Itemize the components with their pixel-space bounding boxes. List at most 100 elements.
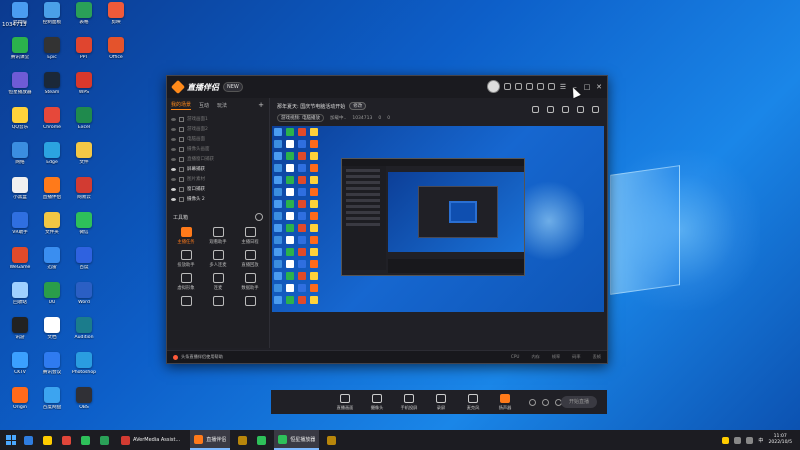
close-button[interactable]: ✕ <box>595 83 603 91</box>
desktop-icon[interactable]: 控制面板 <box>34 2 70 25</box>
tool-button[interactable] <box>202 296 234 308</box>
eye-icon[interactable] <box>171 147 176 151</box>
desktop-icon[interactable]: PPT <box>66 37 102 60</box>
desktop-icon[interactable]: UU <box>34 282 70 305</box>
version-badge[interactable]: NEW <box>223 82 243 92</box>
scene-item[interactable]: 游戏画面2 <box>171 124 265 134</box>
gift-icon[interactable] <box>515 83 522 90</box>
desktop-icon[interactable]: 剪映 <box>98 2 134 25</box>
desktop-icon[interactable]: 文档 <box>34 317 70 340</box>
desktop-icon[interactable]: CKTV <box>2 352 38 375</box>
skin-icon[interactable] <box>548 83 555 90</box>
tool-button[interactable]: 主播日程 <box>234 227 266 245</box>
desktop-icon[interactable]: 腾讯课堂 <box>2 37 38 60</box>
taskbar-item[interactable]: 恒星播放器 <box>274 430 320 450</box>
record-button[interactable]: 录屏 <box>427 393 455 411</box>
scene-item[interactable]: 游戏画面1 <box>171 114 265 124</box>
desktop-icon[interactable]: 文件夹 <box>34 212 70 235</box>
desktop-icon[interactable]: WPS <box>66 72 102 95</box>
headset-icon[interactable] <box>504 83 511 90</box>
desktop-icon[interactable]: VR助手 <box>2 212 38 235</box>
taskbar-item[interactable] <box>98 430 111 450</box>
layout-icon[interactable] <box>532 106 539 113</box>
eye-icon[interactable] <box>171 157 176 161</box>
tab-play[interactable]: 玩法 <box>217 102 227 109</box>
desktop-icon[interactable]: Edge <box>34 142 70 165</box>
tool-button[interactable]: 直播回放 <box>234 250 266 268</box>
scene-item[interactable]: 图片素材 <box>171 174 265 184</box>
tray-app-icon[interactable] <box>722 436 730 444</box>
phone-cast-button[interactable]: 手机投屏 <box>395 393 423 411</box>
tab-scenes[interactable]: 我的场景 <box>171 101 192 110</box>
desktop-icon[interactable]: 小黑盒 <box>2 177 38 200</box>
network-icon[interactable] <box>734 436 742 444</box>
share-icon[interactable] <box>592 106 599 113</box>
shop-icon[interactable] <box>526 83 533 90</box>
toolbox-toggle-icon[interactable] <box>255 213 263 221</box>
copy-icon[interactable] <box>562 106 569 113</box>
taskbar-item[interactable] <box>255 430 268 450</box>
tool-button[interactable]: 虚拟形象 <box>170 273 202 291</box>
live-preview[interactable] <box>272 126 604 312</box>
menu-icon[interactable]: ☰ <box>559 83 567 91</box>
user-avatar[interactable] <box>487 80 500 93</box>
desktop-icon[interactable]: QQ音乐 <box>2 107 38 130</box>
taskbar-item[interactable] <box>325 430 338 450</box>
desktop-icon[interactable]: Word <box>66 282 102 305</box>
desktop-icon[interactable]: 恒星播放器 <box>2 72 38 95</box>
desktop-icon[interactable]: WeGame <box>2 247 38 270</box>
taskbar-item[interactable]: AVerMedia Assist... <box>117 430 184 450</box>
desktop-icon[interactable]: Excel <box>66 107 102 130</box>
scene-item[interactable]: 屏幕捕获 <box>171 164 265 174</box>
maximize-button[interactable]: □ <box>583 83 591 91</box>
effects-icon[interactable] <box>542 398 549 406</box>
desktop-icon[interactable]: 回收站 <box>2 282 38 305</box>
tool-button[interactable]: 投放助手 <box>170 250 202 268</box>
taskbar-item[interactable] <box>236 430 249 450</box>
desktop-icon[interactable]: Epic <box>34 37 70 60</box>
desktop-icon[interactable]: Office <box>98 37 134 60</box>
eye-icon[interactable] <box>171 117 176 121</box>
camera-button[interactable]: 摄像头 <box>363 393 391 411</box>
tab-interact[interactable]: 互动 <box>199 102 209 109</box>
scene-item[interactable]: 电脑画面 <box>171 134 265 144</box>
desktop-icon[interactable]: Audition <box>66 317 102 340</box>
taskbar-item[interactable] <box>41 430 54 450</box>
taskbar-item[interactable] <box>60 430 73 450</box>
tool-button[interactable]: 观看助手 <box>202 227 234 245</box>
go-live-button[interactable]: 开始直播 <box>561 396 597 408</box>
eye-icon[interactable] <box>171 177 176 181</box>
desktop-icon[interactable]: 表格 <box>66 2 102 25</box>
tool-button[interactable]: 连麦 <box>202 273 234 291</box>
tool-button[interactable] <box>234 296 266 308</box>
message-icon[interactable] <box>537 83 544 90</box>
scene-item[interactable]: 摄像头画面 <box>171 144 265 154</box>
taskbar-item[interactable]: 直播伴侣 <box>190 430 231 450</box>
start-button[interactable] <box>6 435 16 445</box>
screen-button[interactable]: 直播画面 <box>331 393 359 411</box>
eye-icon[interactable] <box>171 167 176 171</box>
category-tag[interactable]: 游戏视频: 电脑播放 <box>277 114 324 122</box>
desktop-icon[interactable]: 文件 <box>66 142 102 165</box>
desktop-icon[interactable]: 百度 <box>66 247 102 270</box>
desktop-icon[interactable]: Steam <box>34 72 70 95</box>
bell-icon[interactable] <box>577 106 584 113</box>
desktop-icon[interactable]: 网易云 <box>66 177 102 200</box>
desktop-icon[interactable]: 百度网盘 <box>34 387 70 410</box>
scene-item[interactable]: 窗口捕获 <box>171 184 265 194</box>
eye-icon[interactable] <box>171 127 176 131</box>
eye-icon[interactable] <box>171 187 176 191</box>
lock-icon[interactable] <box>547 106 554 113</box>
tool-button[interactable]: 数据助手 <box>234 273 266 291</box>
status-message[interactable]: 头条直播伴侣使用帮助 <box>173 354 223 360</box>
mic-button[interactable]: 麦克风 <box>459 393 487 411</box>
tool-button[interactable]: 多人连麦 <box>202 250 234 268</box>
tool-button[interactable] <box>170 296 202 308</box>
add-scene-icon[interactable]: + <box>258 101 264 109</box>
volume-icon[interactable] <box>746 436 754 444</box>
edit-title-button[interactable]: 修改 <box>349 102 367 110</box>
desktop-icon[interactable]: OBS <box>66 387 102 410</box>
clock[interactable]: 11:07 2022/10/5 <box>768 434 792 446</box>
desktop-icon[interactable]: 直播伴侣 <box>34 177 70 200</box>
video-icon[interactable] <box>529 398 536 406</box>
